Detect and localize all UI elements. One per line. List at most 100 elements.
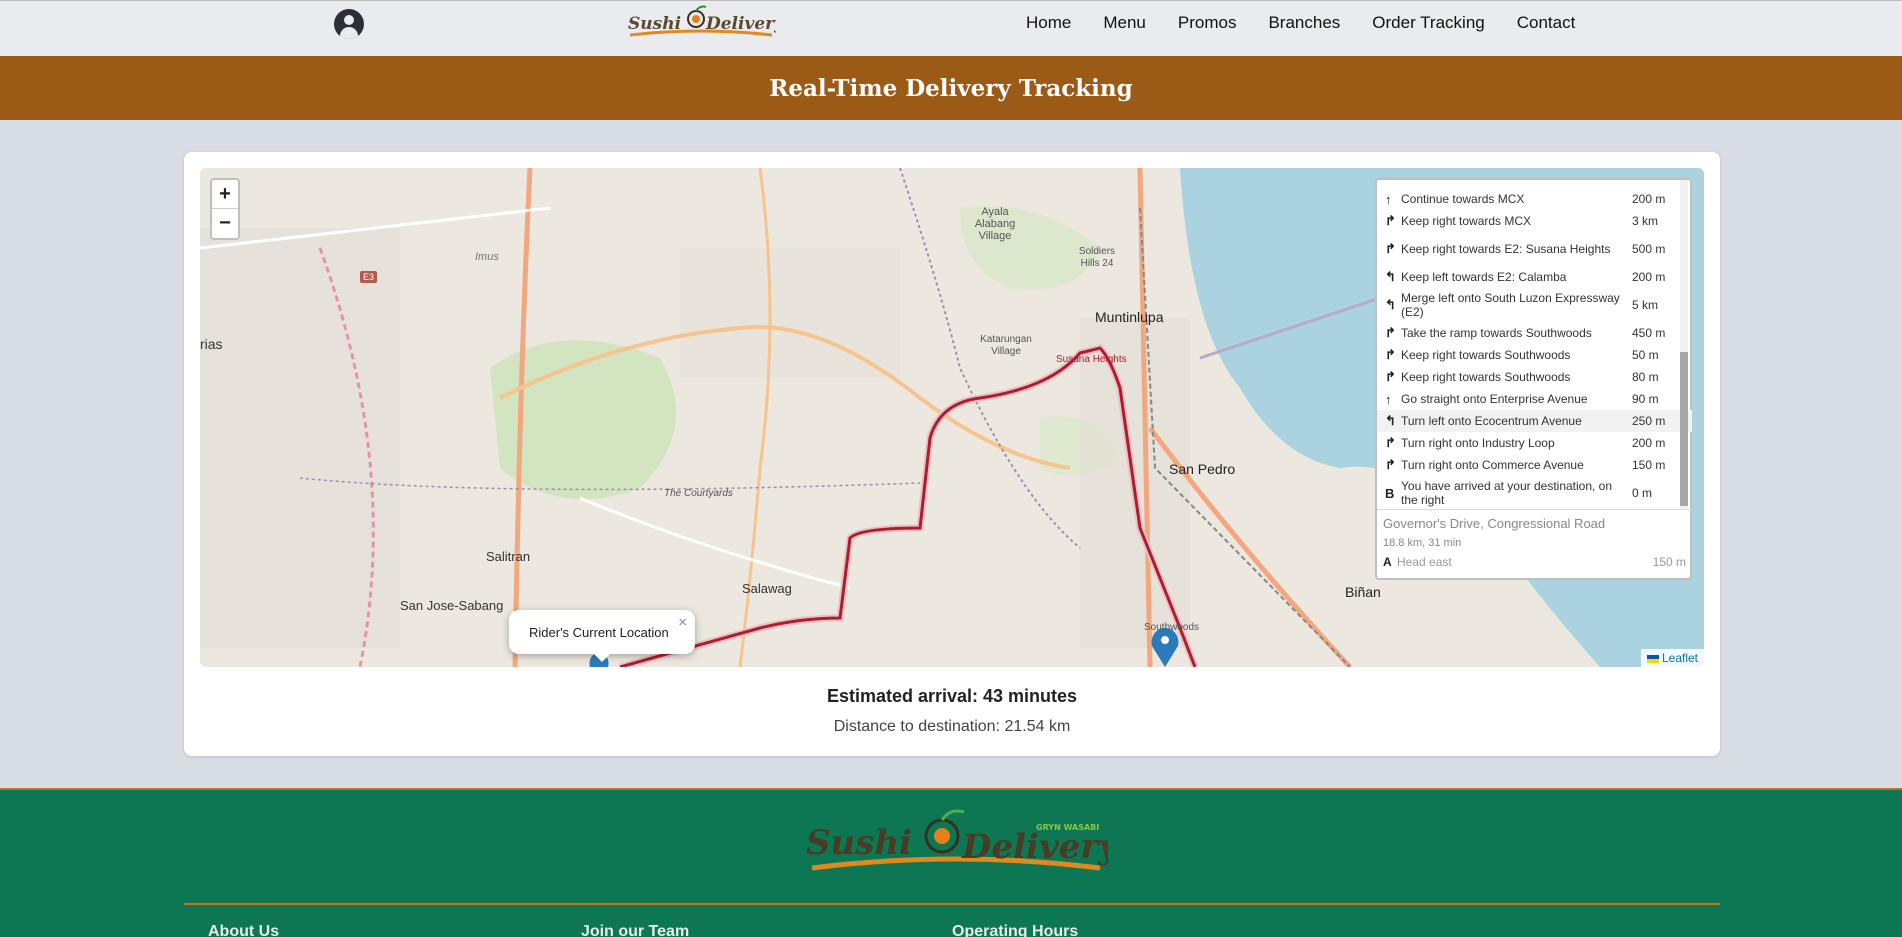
turn-right-icon: ↱ [1385, 347, 1396, 362]
turn-right-icon: ↱ [1385, 241, 1396, 256]
estimated-arrival: Estimated arrival: 43 minutes [826, 686, 1078, 706]
route-scrollbar-thumb[interactable] [1680, 352, 1688, 506]
svg-text:Delivery: Delivery [705, 14, 776, 34]
route-step-text: Keep right towards Southwoods [1401, 370, 1571, 384]
route-step-text: Continue towards MCX [1401, 192, 1525, 206]
route-step[interactable]: ↑ Go straight onto Enterprise Avenue 90 m [1377, 388, 1692, 410]
turn-straight-icon: ↑ [1385, 191, 1392, 207]
nav-contact[interactable]: Contact [1501, 13, 1592, 33]
popup-text: Rider's Current Location [529, 624, 669, 640]
route-step[interactable]: ↱ Take the ramp towards Southwoods 450 m [1377, 322, 1692, 344]
turn-right-icon: ↱ [1385, 435, 1396, 450]
alt-step-text: Head east [1397, 555, 1452, 569]
map-label-southwoods: Southwoods [1144, 622, 1200, 633]
routing-directions-panel: ↑ Continue towards MCX 200 m ↱ Keep right to… [1375, 178, 1692, 580]
map-label-salitran: Salitran [486, 549, 531, 564]
route-steps-list[interactable]: ↑ Continue towards MCX 200 m ↱ Keep right to… [1377, 180, 1692, 509]
map-label-san-pedro: San Pedro [1169, 461, 1236, 477]
popup-close-icon[interactable]: × [678, 614, 687, 631]
map-label-imus: Imus [475, 251, 499, 263]
route-step-text: Turn right onto Industry Loop [1401, 436, 1555, 450]
footer-about-us[interactable]: About Us [208, 923, 279, 937]
alternative-route[interactable]: Governor's Drive, Congressional Road 18.… [1377, 509, 1692, 580]
start-marker-icon: A [1383, 555, 1392, 569]
top-navbar: Sushi Delivery Home Menu Promos Branches… [0, 0, 1902, 56]
site-footer: Sushi Delivery GRYN WASABI About Us Join… [0, 788, 1902, 937]
user-account-icon[interactable] [334, 9, 364, 39]
route-step[interactable]: B You have arrived at your destination, o… [1377, 476, 1692, 509]
map-label-soldiers-hills: Soldiers Hills 24 [1078, 246, 1116, 269]
nav-menu[interactable]: Menu [1087, 13, 1162, 33]
map-label-katarungan: Katarungan Village [980, 334, 1032, 357]
map-label-courtyards: The Courtyards [664, 488, 733, 499]
route-step-text: Keep right towards MCX [1401, 214, 1532, 228]
zoom-control: + − [210, 178, 240, 240]
route-step[interactable]: ↰ Turn left onto Ecocentrum Avenue 250 m [1377, 410, 1692, 432]
route-step-text: Keep left towards E2: Calamba [1401, 270, 1567, 284]
svg-text:Sushi: Sushi [628, 14, 681, 34]
zoom-in-button[interactable]: + [212, 180, 238, 209]
route-step[interactable]: ↱ Keep right towards MCX 3 km [1377, 210, 1692, 232]
attribution-text: Leaflet [1661, 651, 1698, 665]
route-step-text: Turn right onto Commerce Avenue [1401, 458, 1584, 472]
footer-join-team[interactable]: Join our Team [581, 923, 689, 937]
turn-left-icon: ↰ [1385, 413, 1396, 428]
footer-logo-delivery: Delivery [961, 827, 1108, 867]
route-step[interactable]: ↱ Keep right towards Southwoods 80 m [1377, 366, 1692, 388]
page-title: Real-Time Delivery Tracking [769, 74, 1133, 102]
ukraine-flag-icon [1646, 654, 1659, 663]
alt-step-distance: 150 m [1652, 555, 1686, 569]
route-step-text: Take the ramp towards Southwoods [1401, 326, 1592, 340]
turn-left-icon: ↰ [1385, 297, 1396, 312]
leaflet-attribution[interactable]: Leaflet [1640, 649, 1704, 667]
footer-logo-sushi: Sushi [806, 823, 912, 863]
route-step[interactable]: ↱ Keep right towards E2: Susana Heights 50… [1377, 232, 1692, 266]
alt-route-name: Governor's Drive, Congressional Road [1383, 516, 1606, 531]
footer-operating-hours[interactable]: Operating Hours [952, 923, 1078, 937]
turn-right-icon: ↱ [1385, 325, 1396, 340]
route-step-text: Keep right towards Southwoods [1401, 348, 1571, 362]
destination-marker-icon: B [1385, 485, 1395, 501]
page-banner: Real-Time Delivery Tracking [0, 56, 1902, 120]
route-step[interactable]: ↱ Turn right onto Industry Loop 200 m [1377, 432, 1692, 454]
alt-route-summary: 18.8 km, 31 min [1383, 537, 1462, 549]
popup-tip [593, 653, 611, 662]
nav-promos[interactable]: Promos [1162, 13, 1253, 33]
zoom-out-button[interactable]: − [212, 209, 238, 238]
nav-home[interactable]: Home [1010, 13, 1087, 33]
route-step-text: Turn left onto Ecocentrum Avenue [1401, 414, 1582, 428]
sushi-delivery-logo[interactable]: Sushi Delivery [626, 5, 776, 45]
map-label-binan: Biñan [1345, 584, 1381, 600]
map-label-ayala-alabang: Ayala Alabang Village [974, 206, 1016, 242]
nav-links: Home Menu Promos Branches Order Tracking… [1010, 1, 1591, 45]
nav-branches[interactable]: Branches [1252, 13, 1356, 33]
route-step[interactable]: ↰ Merge left onto South Luzon Expressway … [1377, 288, 1692, 322]
route-step[interactable]: ↱ Turn right onto Commerce Avenue 150 m [1377, 454, 1692, 476]
footer-divider [184, 903, 1720, 905]
nav-order-tracking[interactable]: Order Tracking [1356, 13, 1500, 33]
turn-straight-icon: ↑ [1385, 391, 1392, 407]
route-step-text: Merge left onto South Luzon Expressway (… [1401, 291, 1620, 319]
distance-to-destination: Distance to destination: 21.54 km [833, 718, 1071, 735]
map-label-e3-shield: E3 [360, 271, 378, 283]
turn-right-icon: ↱ [1385, 369, 1396, 384]
route-step[interactable]: ↰ Keep left towards E2: Calamba 200 m [1377, 266, 1692, 288]
tracking-card: Muntinlupa San Pedro Biñan Salitran San … [184, 152, 1720, 756]
map-label-rias: rias [200, 336, 223, 352]
rider-location-popup: Rider's Current Location × [509, 610, 695, 662]
map-label-salawag: Salawag [742, 581, 792, 596]
route-scrollbar[interactable] [1680, 180, 1688, 509]
route-step[interactable]: ↑ Continue towards MCX 200 m [1377, 188, 1692, 210]
route-step-text: Keep right towards E2: Susana Heights [1401, 242, 1611, 256]
route-step-text: You have arrived at your destination, on… [1401, 479, 1613, 507]
turn-right-icon: ↱ [1385, 457, 1396, 472]
delivery-map[interactable]: Muntinlupa San Pedro Biñan Salitran San … [200, 168, 1704, 667]
footer-logo-tag: GRYN WASABI [1036, 823, 1099, 832]
map-label-muntinlupa: Muntinlupa [1095, 309, 1164, 325]
route-step[interactable]: ↱ Keep right towards Southwoods 50 m [1377, 344, 1692, 366]
turn-left-icon: ↰ [1385, 269, 1396, 284]
route-step-text: Go straight onto Enterprise Avenue [1401, 392, 1588, 406]
map-label-san-jose-sabang: San Jose-Sabang [400, 598, 504, 613]
footer-logo: Sushi Delivery GRYN WASABI [806, 809, 1108, 871]
map-label-susana-heights: Susana Heights [1056, 354, 1127, 365]
